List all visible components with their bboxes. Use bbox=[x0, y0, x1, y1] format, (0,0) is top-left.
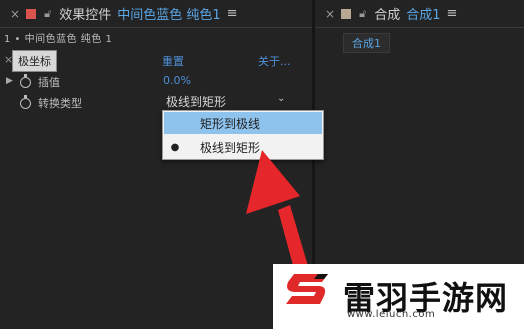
about-link[interactable]: 关于... bbox=[258, 53, 291, 69]
param-label-conversion-type: 转换类型 bbox=[38, 97, 82, 110]
watermark-url: www.leiucn.com bbox=[347, 309, 436, 320]
close-icon[interactable]: × bbox=[325, 7, 335, 21]
conversion-type-dropdown[interactable]: 极线到矩形 bbox=[166, 93, 226, 110]
tab-title: 效果控件 bbox=[59, 8, 112, 23]
breadcrumb: 1 • 中间色蓝色 纯色 1 bbox=[4, 34, 113, 45]
param-value-interpolation[interactable]: 0.0% bbox=[163, 74, 191, 87]
reset-link[interactable]: 重置 bbox=[162, 53, 184, 69]
label-color-swatch[interactable] bbox=[26, 8, 37, 19]
tab-layer-name: 中间色蓝色 纯色1 bbox=[117, 8, 221, 23]
panel-menu-icon[interactable]: ≡ bbox=[447, 6, 458, 21]
tab-underline bbox=[0, 27, 312, 28]
menu-item-rect-to-polar[interactable]: 矩形到极线 bbox=[164, 112, 322, 134]
comp-viewer-tab[interactable]: 合成1 bbox=[343, 33, 390, 53]
menu-item-polar-to-rect[interactable]: ● 极线到矩形 bbox=[164, 136, 322, 158]
composition-tab[interactable]: × 🔓︎ 合成 合成1 ≡ bbox=[315, 0, 458, 27]
tab-underline bbox=[315, 27, 524, 28]
lock-icon[interactable]: 🔓︎ bbox=[359, 7, 366, 21]
stopwatch-icon[interactable] bbox=[20, 74, 31, 88]
tab-comp-name: 合成1 bbox=[406, 8, 441, 23]
twirl-arrow-icon[interactable]: ▶ bbox=[6, 76, 13, 86]
close-icon[interactable]: × bbox=[10, 7, 20, 21]
param-label-interpolation: 插值 bbox=[38, 76, 60, 89]
lock-icon[interactable]: 🔓︎ bbox=[44, 7, 51, 21]
selected-bullet-icon: ● bbox=[170, 141, 180, 153]
effect-name-tooltip: 极坐标 bbox=[12, 50, 57, 72]
conversion-type-menu: 矩形到极线 ● 极线到矩形 bbox=[162, 110, 324, 160]
effect-controls-tab[interactable]: × 🔓︎ 效果控件 中间色蓝色 纯色1 ≡ bbox=[0, 0, 238, 27]
menu-item-label: 矩形到极线 bbox=[200, 116, 261, 131]
stopwatch-icon[interactable] bbox=[20, 95, 31, 109]
chevron-down-icon[interactable]: ⌄ bbox=[277, 93, 285, 104]
label-color-swatch[interactable] bbox=[341, 8, 352, 19]
brand-logo-icon bbox=[286, 274, 328, 304]
menu-item-label: 极线到矩形 bbox=[200, 140, 261, 155]
panel-menu-icon[interactable]: ≡ bbox=[227, 6, 238, 21]
tab-title: 合成 bbox=[374, 8, 401, 23]
